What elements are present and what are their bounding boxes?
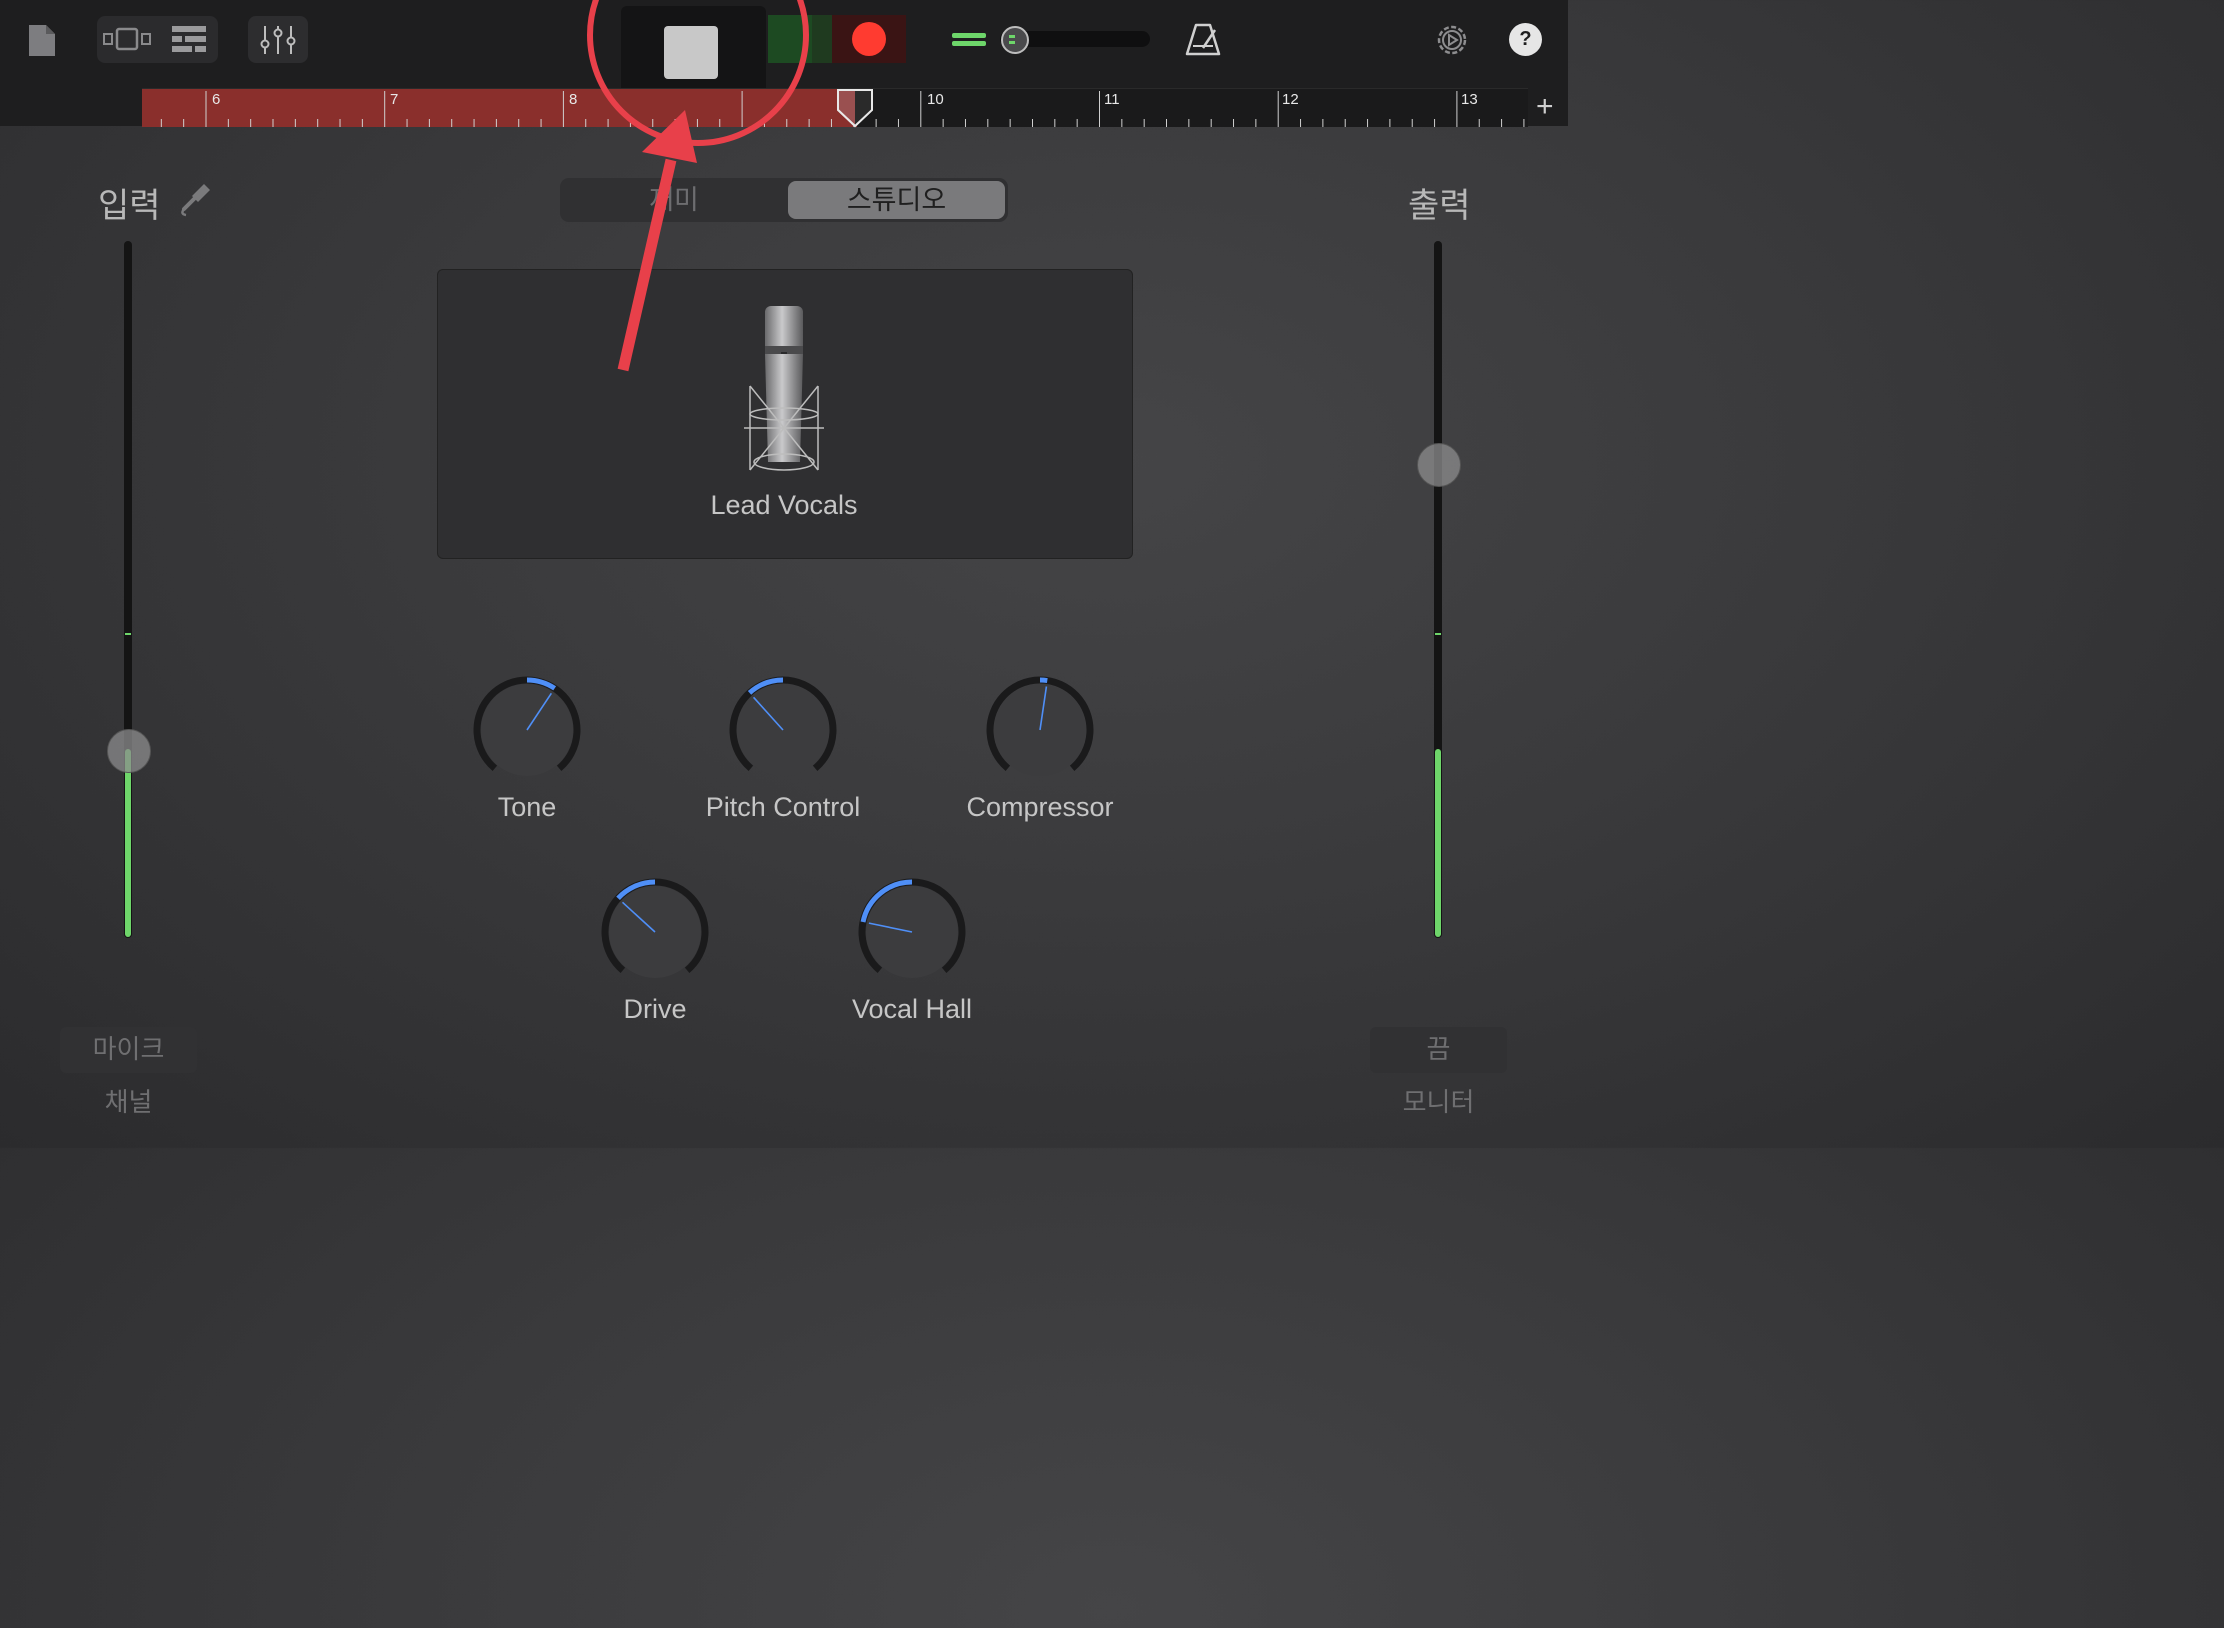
top-toolbar: ? [0, 0, 1568, 100]
master-volume-thumb[interactable] [1000, 25, 1030, 55]
knob-drive[interactable] [595, 872, 715, 997]
knob-value-arc [1039, 677, 1048, 684]
settings-icon[interactable] [1434, 22, 1470, 58]
output-unity-mark [1435, 633, 1441, 635]
ruler-ticks [160, 91, 1525, 127]
tracks-view-icon[interactable] [100, 22, 154, 56]
monitor-label: 모니터 [1402, 1087, 1475, 1117]
output-fader-thumb[interactable] [1417, 443, 1461, 488]
knob-pitch-control[interactable] [723, 670, 843, 795]
master-level-icon [950, 30, 988, 50]
knob-compressor[interactable] [980, 670, 1100, 795]
mixer-button[interactable] [248, 16, 308, 63]
input-settings-icon[interactable] [178, 180, 214, 218]
bar-number: 6 [212, 91, 221, 108]
input-level-meter [125, 748, 131, 937]
help-icon: ? [1519, 28, 1532, 50]
metronome-icon[interactable] [1184, 20, 1222, 58]
bar-number: 8 [569, 91, 578, 108]
bar-number: 13 [1461, 91, 1478, 108]
bar-number: 10 [927, 91, 944, 108]
instrument-name: Lead Vocals [710, 490, 858, 520]
annotation-overlay [587, 0, 809, 372]
timeline-ruler[interactable]: 6 7 8 10 11 12 13 + [0, 88, 1568, 128]
document-icon[interactable] [26, 22, 58, 58]
bar-number: 7 [390, 91, 399, 108]
list-view-icon[interactable] [168, 22, 210, 58]
segment-fun[interactable]: 재미 [560, 184, 788, 216]
help-button[interactable]: ? [1509, 23, 1542, 56]
playhead[interactable] [836, 88, 876, 128]
bar-number: 11 [1104, 91, 1120, 108]
monitor-toggle-button[interactable]: 끔 [1370, 1027, 1507, 1073]
input-fader-thumb[interactable] [107, 728, 151, 773]
microphone-icon [740, 302, 828, 478]
transport-level-fill [768, 15, 812, 63]
knob-vocal-hall[interactable] [852, 872, 972, 997]
ruler-strip[interactable]: 6 7 8 10 11 12 13 [142, 88, 1528, 128]
input-source-button[interactable]: 마이크 [60, 1027, 197, 1073]
mixer-icon [260, 26, 296, 54]
knob-label: Drive [623, 994, 687, 1024]
knob-label: Compressor [966, 792, 1114, 822]
input-unity-mark [125, 633, 131, 635]
knob-label: Pitch Control [705, 792, 861, 822]
bar-number: 12 [1282, 91, 1299, 108]
knob-tone[interactable] [467, 670, 587, 795]
stop-icon [664, 26, 718, 79]
output-title: 출력 [1408, 187, 1471, 225]
add-section-button[interactable]: + [1536, 92, 1554, 122]
knob-label: Tone [497, 792, 557, 822]
record-icon [852, 22, 886, 56]
output-level-meter [1435, 748, 1441, 937]
input-title: 입력 [98, 187, 161, 225]
segment-studio[interactable]: 스튜디오 [788, 184, 1005, 216]
input-channel-label: 채널 [104, 1087, 153, 1117]
knob-label: Vocal Hall [851, 994, 973, 1024]
ruler-spacer [0, 88, 142, 126]
